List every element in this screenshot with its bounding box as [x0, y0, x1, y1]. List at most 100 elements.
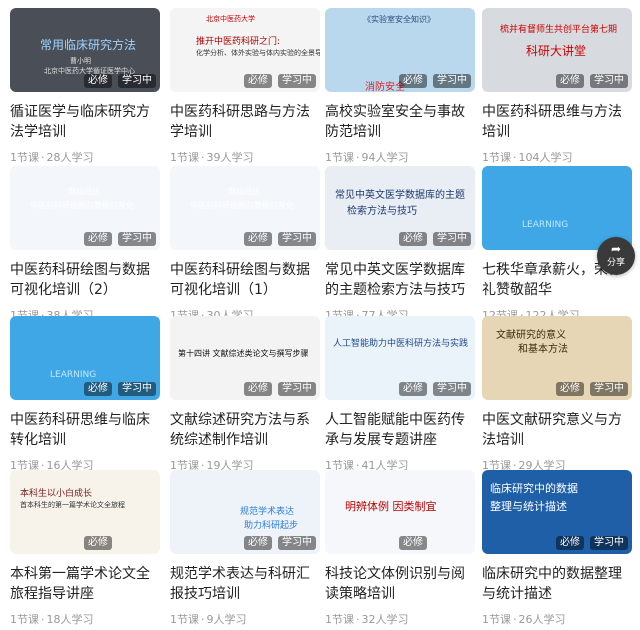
- course-title[interactable]: 科技论文体例识别与阅读策略培训: [325, 564, 475, 604]
- course-card[interactable]: 梳并有督师生共创平台第七期 科研大讲堂 必修 学习中中医药科研思维与方法培训 1节课 · 1…: [482, 8, 632, 165]
- course-thumbnail[interactable]: LEARNING 必修 学习中: [10, 316, 160, 400]
- course-thumbnail[interactable]: 明辨体例 因类制宜必修: [325, 470, 475, 554]
- course-title[interactable]: 规范学术表达与科研汇报技巧培训: [170, 564, 320, 604]
- lesson-count: 1节课: [482, 151, 511, 164]
- required-badge: 必修: [399, 74, 427, 88]
- thumbnail-text: LEARNING: [50, 370, 97, 380]
- lesson-count: 1节课: [10, 613, 39, 626]
- thumbnail-text: 助力科研起步: [244, 521, 299, 531]
- course-card[interactable]: 人工智能助力中医科研方法与实践 必修 学习中 人工智能赋能中医药传承与发展专题讲座 1节…: [325, 316, 475, 473]
- course-card[interactable]: 明辨体例 因类制宜必修科技论文体例识别与阅读策略培训 1节课 · 32人学习: [325, 470, 475, 627]
- thumbnail-text: 第十四讲 文献综述类论文与撰写步骤: [178, 349, 309, 358]
- course-thumbnail[interactable]: 本科生以小白成长 首本科生的第一篇学术论文全旅程 必修: [10, 470, 160, 554]
- course-thumbnail[interactable]: 北京中医药大学 推开中医药科研之门: 化学分析、体外实验与体内实验的全景导览 必修 学习…: [170, 8, 320, 92]
- course-card[interactable]: 常用临床研究方法 曹小明 北京中医药大学循证医学中心 必修 学习中循证医学与临床研究方法…: [10, 8, 160, 165]
- separator-dot: ·: [513, 613, 517, 626]
- studying-badge: 学习中: [118, 74, 156, 88]
- required-badge: 必修: [84, 74, 112, 88]
- thumbnail-text: 北京中医药大学: [206, 15, 255, 23]
- course-title[interactable]: 临床研究中的数据整理与统计描述: [482, 564, 632, 604]
- learner-count: 94人学习: [361, 151, 409, 164]
- thumbnail-text: 中医药科研绘图与数据可视化: [190, 201, 294, 210]
- lesson-count: 1节课: [325, 613, 354, 626]
- share-icon: ➦: [610, 242, 622, 256]
- learner-count: 104人学习: [518, 151, 573, 164]
- lesson-count: 1节课: [325, 151, 354, 164]
- course-title[interactable]: 中医药科研思维与方法培训: [482, 102, 632, 142]
- course-card[interactable]: 文献研究的意义 和基本方法 必修 学习中 中医文献研究意义与方法培训 1节课 · 29人学习: [482, 316, 632, 473]
- share-label: 分享: [606, 258, 625, 268]
- thumbnail-text: 和基本方法: [518, 344, 568, 355]
- course-title[interactable]: 中医文献研究意义与方法培训: [482, 410, 632, 450]
- course-card[interactable]: 规范学术表达 助力科研起步 必修 学习中 规范学术表达与科研汇报技巧培训 1节课 · 9人学习: [170, 470, 320, 627]
- required-badge: 必修: [84, 232, 112, 246]
- separator-dot: ·: [513, 151, 517, 164]
- learner-count: 26人学习: [518, 613, 566, 626]
- course-title[interactable]: 人工智能赋能中医药传承与发展专题讲座: [325, 410, 475, 450]
- course-card[interactable]: 临床研究中的数据 整理与统计描述 必修 学习中 临床研究中的数据整理与统计描述 1节课 · 2…: [482, 470, 632, 627]
- course-card[interactable]: 《实验室安全知识》 消防安全 必修 学习中高校实验室安全与事故防范培训 1节课 · 94人学…: [325, 8, 475, 165]
- studying-badge: 学习中: [433, 232, 471, 246]
- course-thumbnail[interactable]: 《实验室安全知识》 消防安全 必修 学习中: [325, 8, 475, 92]
- studying-badge: 学习中: [118, 232, 156, 246]
- course-title[interactable]: 中医药科研思路与方法学培训: [170, 102, 320, 142]
- course-title[interactable]: 本科第一篇学术论文全旅程指导讲座: [10, 564, 160, 604]
- course-thumbnail[interactable]: 人工智能助力中医科研方法与实践 必修 学习中: [325, 316, 475, 400]
- course-card[interactable]: LEARNING 必修 学习中 中医药科研思维与临床转化培训 1节课 · 16人学习: [10, 316, 160, 473]
- course-title[interactable]: 高校实验室安全与事故防范培训: [325, 102, 475, 142]
- course-meta: 1节课 · 39人学习: [170, 149, 320, 165]
- course-thumbnail[interactable]: 常见中英文医学数据库的主题 检索方法与技巧 必修 学习中: [325, 166, 475, 250]
- thumbnail-text: 数绘经纬: [68, 187, 100, 196]
- course-title[interactable]: 循证医学与临床研究方法学培训: [10, 102, 160, 142]
- thumbnail-text: 科研大讲堂: [526, 44, 587, 58]
- course-title[interactable]: 中医药科研思维与临床转化培训: [10, 410, 160, 450]
- thumbnail-text: 本科生以小白成长: [20, 489, 93, 499]
- course-title[interactable]: 中医药科研绘图与数据可视化培训（1）: [170, 260, 320, 300]
- thumbnail-text: 人工智能助力中医科研方法与实践: [333, 339, 469, 349]
- course-thumbnail[interactable]: 文献研究的意义 和基本方法 必修 学习中: [482, 316, 632, 400]
- thumbnail-text: 《实验室安全知识》: [363, 15, 435, 24]
- thumbnail-text: 常见中英文医学数据库的主题: [335, 190, 465, 201]
- course-card[interactable]: 数绘经纬 中医药科研绘图与数据可视化 必修 学习中中医药科研绘图与数据可视化培训（2）…: [10, 166, 160, 323]
- course-title[interactable]: 常见中英文医学数据库的主题检索方法与技巧: [325, 260, 475, 300]
- required-badge: 必修: [84, 536, 112, 550]
- separator-dot: ·: [41, 613, 45, 626]
- studying-badge: 学习中: [433, 382, 471, 396]
- share-button[interactable]: ➦ 分享: [597, 237, 635, 275]
- studying-badge: 学习中: [590, 382, 628, 396]
- thumbnail-text: 明辨体例 因类制宜: [345, 500, 437, 513]
- studying-badge: 学习中: [118, 382, 156, 396]
- learner-count: 18人学习: [46, 613, 94, 626]
- required-badge: 必修: [399, 536, 427, 550]
- course-card[interactable]: 第十四讲 文献综述类论文与撰写步骤 必修 学习中 文献综述研究方法与系统综述制作培训 1…: [170, 316, 320, 473]
- course-thumbnail[interactable]: 梳并有督师生共创平台第七期 科研大讲堂 必修 学习中: [482, 8, 632, 92]
- course-thumbnail[interactable]: 常用临床研究方法 曹小明 北京中医药大学循证医学中心 必修 学习中: [10, 8, 160, 92]
- course-thumbnail[interactable]: 临床研究中的数据 整理与统计描述 必修 学习中: [482, 470, 632, 554]
- required-badge: 必修: [556, 536, 584, 550]
- course-card[interactable]: 常见中英文医学数据库的主题 检索方法与技巧 必修 学习中 常见中英文医学数据库的主题检索…: [325, 166, 475, 323]
- thumbnail-text: 规范学术表达: [240, 507, 295, 517]
- course-meta: 1节课 · 94人学习: [325, 149, 475, 165]
- course-thumbnail[interactable]: 规范学术表达 助力科研起步 必修 学习中: [170, 470, 320, 554]
- lesson-count: 1节课: [10, 151, 39, 164]
- course-thumbnail[interactable]: 数绘经纬 中医药科研绘图与数据可视化 必修 学习中: [10, 166, 160, 250]
- thumbnail-text: 常用临床研究方法: [40, 38, 137, 52]
- thumbnail-text: LEARNING: [522, 220, 569, 230]
- course-title[interactable]: 中医药科研绘图与数据可视化培训（2）: [10, 260, 160, 300]
- separator-dot: ·: [201, 613, 205, 626]
- course-thumbnail[interactable]: 第十四讲 文献综述类论文与撰写步骤 必修 学习中: [170, 316, 320, 400]
- required-badge: 必修: [244, 74, 272, 88]
- thumbnail-text: 数绘经纬: [228, 187, 260, 196]
- course-meta: 1节课 · 28人学习: [10, 149, 160, 165]
- course-thumbnail[interactable]: 数绘经纬 中医药科研绘图与数据可视化 必修 学习中: [170, 166, 320, 250]
- course-card[interactable]: 本科生以小白成长 首本科生的第一篇学术论文全旅程 必修本科第一篇学术论文全旅程指导讲…: [10, 470, 160, 627]
- required-badge: 必修: [399, 232, 427, 246]
- studying-badge: 学习中: [278, 536, 316, 550]
- studying-badge: 学习中: [278, 232, 316, 246]
- course-title[interactable]: 文献综述研究方法与系统综述制作培训: [170, 410, 320, 450]
- course-meta: 1节课 · 32人学习: [325, 611, 475, 627]
- course-meta: 1节课 · 18人学习: [10, 611, 160, 627]
- course-card[interactable]: 北京中医药大学 推开中医药科研之门: 化学分析、体外实验与体内实验的全景导览 必修 学习…: [170, 8, 320, 165]
- course-card[interactable]: 数绘经纬 中医药科研绘图与数据可视化 必修 学习中 中医药科研绘图与数据可视化培训（1）…: [170, 166, 320, 323]
- thumbnail-text: 推开中医药科研之门:: [196, 37, 281, 47]
